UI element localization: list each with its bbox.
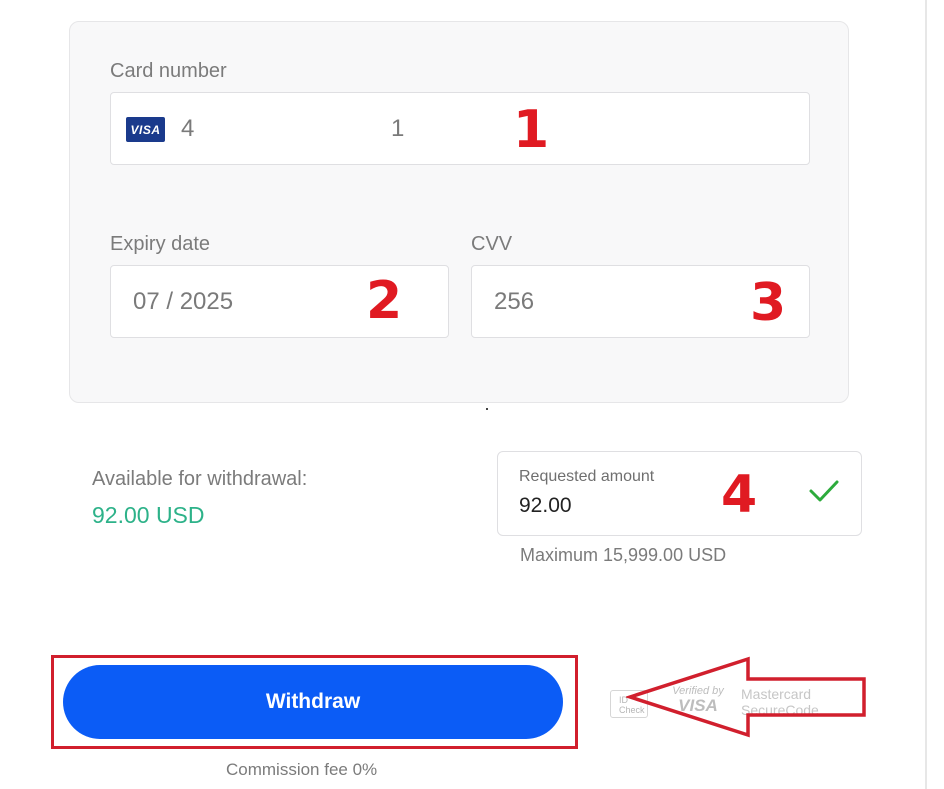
commission-fee-text: Commission fee 0% xyxy=(226,760,378,779)
visa-logo-icon: VISA xyxy=(126,117,165,142)
annotation-step-1: 1 xyxy=(513,100,550,160)
page-edge-divider xyxy=(925,0,927,789)
card-number-prefix: 4 xyxy=(181,114,195,142)
expiry-date-value: 07 / 2025 xyxy=(133,287,234,315)
check-icon xyxy=(809,480,839,502)
annotation-step-3: 3 xyxy=(750,273,787,333)
annotation-step-4: 4 xyxy=(721,465,758,525)
available-amount: 92.00 USD xyxy=(92,502,205,528)
requested-amount-value: 92.00 xyxy=(519,494,572,517)
card-number-label: Card number xyxy=(110,60,227,82)
withdraw-button[interactable]: Withdraw xyxy=(63,665,563,739)
maximum-amount-hint: Maximum 15,999.00 USD xyxy=(520,545,727,565)
annotation-arrow-icon xyxy=(626,656,866,738)
stray-dot xyxy=(486,408,488,410)
card-number-suffix: 1 xyxy=(391,114,405,142)
card-number-input[interactable]: VISA 4 1 xyxy=(110,92,810,165)
cvv-label: CVV xyxy=(471,233,513,255)
requested-amount-input[interactable]: Requested amount 92.00 xyxy=(497,451,862,536)
annotation-step-2: 2 xyxy=(366,271,403,331)
cvv-value: 256 xyxy=(494,287,535,315)
available-label: Available for withdrawal: xyxy=(92,468,308,490)
requested-amount-label: Requested amount xyxy=(519,468,655,485)
expiry-date-label: Expiry date xyxy=(110,233,211,255)
